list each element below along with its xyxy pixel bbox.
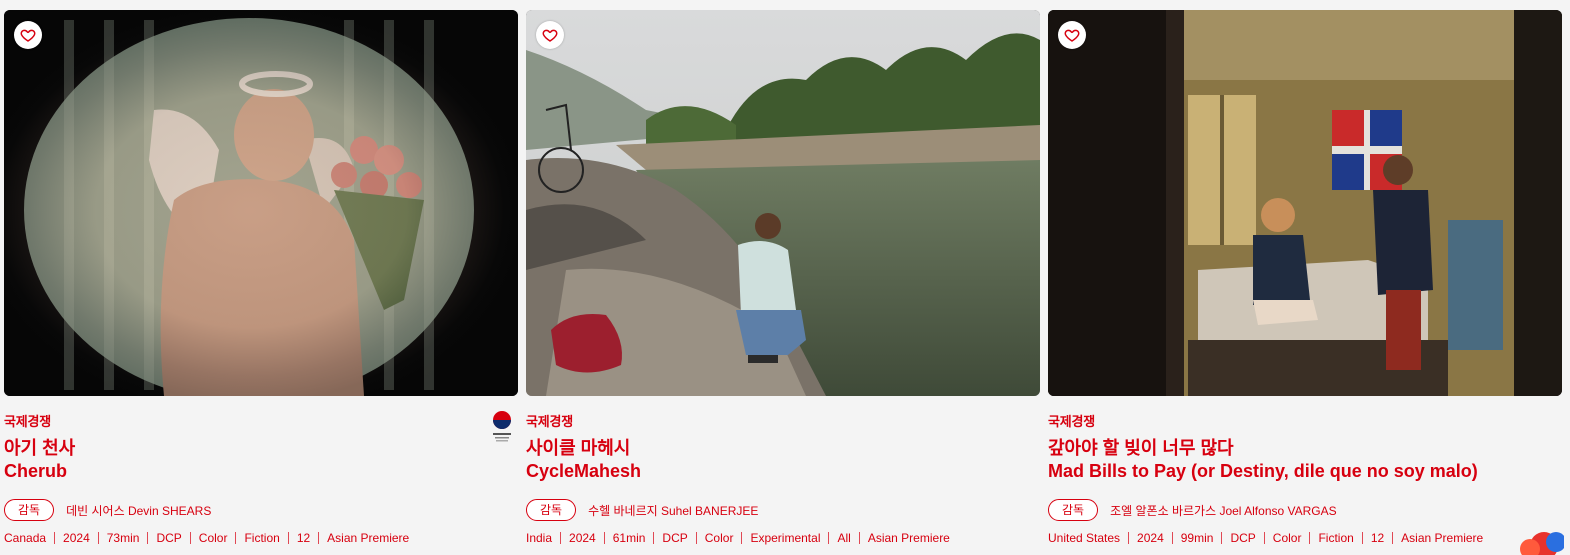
film-title-korean[interactable]: 아기 천사 bbox=[4, 434, 75, 460]
meta-color: Color bbox=[1272, 531, 1302, 545]
director-badge: 감독 bbox=[4, 499, 55, 521]
director-name: 데빈 시어스 Devin SHEARS bbox=[66, 503, 212, 518]
film-section-label: 국제경쟁 bbox=[526, 414, 574, 429]
meta-genre: Fiction bbox=[1318, 531, 1354, 545]
director-badge: 감독 bbox=[1048, 499, 1099, 521]
meta-runtime: 99min bbox=[1180, 531, 1214, 545]
director-name: 수헬 바네르지 Suhel BANERJEE bbox=[588, 503, 759, 518]
meta-format: DCP bbox=[1230, 531, 1256, 545]
meta-premiere: Asian Premiere bbox=[867, 531, 950, 545]
meta-country: Canada bbox=[4, 531, 47, 545]
meta-divider bbox=[318, 532, 320, 544]
film-title-korean[interactable]: 갚아야 할 빚이 너무 많다 bbox=[1048, 434, 1234, 460]
director-row: 감독 수헬 바네르지 Suhel BANERJEE bbox=[526, 499, 758, 521]
heart-outline-icon bbox=[20, 29, 36, 42]
film-title-english[interactable]: Mad Bills to Pay (or Destiny, dile que n… bbox=[1048, 461, 1478, 482]
film-still-image[interactable] bbox=[526, 10, 1040, 396]
meta-divider bbox=[741, 532, 743, 544]
meta-country: United States bbox=[1048, 531, 1121, 545]
meta-runtime: 61min bbox=[612, 531, 646, 545]
favorite-button[interactable] bbox=[536, 21, 564, 49]
meta-divider bbox=[189, 532, 191, 544]
meta-divider bbox=[858, 532, 860, 544]
film-section-label: 국제경쟁 bbox=[4, 414, 52, 429]
chat-widget-icon[interactable] bbox=[1518, 530, 1564, 555]
director-row: 감독 조엘 알폰소 바르가스 Joel Alfonso VARGAS bbox=[1048, 499, 1337, 521]
favorite-button[interactable] bbox=[1058, 21, 1086, 49]
meta-rating: 12 bbox=[1370, 531, 1385, 545]
meta-divider bbox=[235, 532, 237, 544]
heart-outline-icon bbox=[542, 29, 558, 42]
meta-divider bbox=[1309, 532, 1311, 544]
meta-runtime: 73min bbox=[106, 531, 140, 545]
meta-format: DCP bbox=[156, 531, 182, 545]
film-card[interactable]: 국제경쟁 갚아야 할 빚이 너무 많다 Mad Bills to Pay (or… bbox=[1048, 10, 1562, 555]
meta-divider bbox=[287, 532, 289, 544]
film-grid: 국제경쟁 아기 천사 Cherub 감독 데빈 시어스 Devin SHEARS… bbox=[4, 10, 1562, 555]
film-card[interactable]: 국제경쟁 사이클 마헤시 CycleMahesh 감독 수헬 바네르지 Suhe… bbox=[526, 10, 1040, 555]
meta-premiere: Asian Premiere bbox=[1401, 531, 1484, 545]
meta-divider bbox=[1221, 532, 1223, 544]
favorite-button[interactable] bbox=[14, 21, 42, 49]
meta-divider bbox=[147, 532, 149, 544]
director-row: 감독 데빈 시어스 Devin SHEARS bbox=[4, 499, 211, 521]
film-meta: Canada 2024 73min DCP Color Fiction 12 A… bbox=[4, 531, 417, 545]
festival-logo bbox=[493, 411, 511, 442]
film-still-image[interactable] bbox=[4, 10, 518, 396]
meta-rating: 12 bbox=[296, 531, 311, 545]
meta-country: India bbox=[526, 531, 553, 545]
meta-divider bbox=[97, 532, 99, 544]
meta-year: 2024 bbox=[569, 531, 596, 545]
director-name: 조엘 알폰소 바르가스 Joel Alfonso VARGAS bbox=[1110, 503, 1337, 518]
meta-format: DCP bbox=[662, 531, 688, 545]
meta-genre: Experimental bbox=[750, 531, 821, 545]
meta-rating: All bbox=[837, 531, 851, 545]
meta-year: 2024 bbox=[63, 531, 90, 545]
meta-divider bbox=[653, 532, 655, 544]
meta-divider bbox=[603, 532, 605, 544]
meta-genre: Fiction bbox=[244, 531, 280, 545]
film-title-english[interactable]: CycleMahesh bbox=[526, 461, 641, 482]
meta-divider bbox=[1171, 532, 1173, 544]
meta-color: Color bbox=[704, 531, 734, 545]
director-badge: 감독 bbox=[526, 499, 577, 521]
film-title-english[interactable]: Cherub bbox=[4, 461, 67, 482]
meta-year: 2024 bbox=[1137, 531, 1164, 545]
heart-outline-icon bbox=[1064, 29, 1080, 42]
film-title-korean[interactable]: 사이클 마헤시 bbox=[526, 434, 630, 460]
meta-divider bbox=[695, 532, 697, 544]
film-meta: India 2024 61min DCP Color Experimental … bbox=[526, 531, 958, 545]
meta-divider bbox=[54, 532, 56, 544]
meta-premiere: Asian Premiere bbox=[327, 531, 410, 545]
meta-divider bbox=[828, 532, 830, 544]
meta-divider bbox=[560, 532, 562, 544]
film-section-label: 국제경쟁 bbox=[1048, 414, 1096, 429]
film-still-image[interactable] bbox=[1048, 10, 1562, 396]
meta-color: Color bbox=[198, 531, 228, 545]
meta-divider bbox=[1392, 532, 1394, 544]
meta-divider bbox=[1128, 532, 1130, 544]
film-meta: United States 2024 99min DCP Color Ficti… bbox=[1048, 531, 1491, 545]
meta-divider bbox=[1263, 532, 1265, 544]
meta-divider bbox=[1361, 532, 1363, 544]
film-card[interactable]: 국제경쟁 아기 천사 Cherub 감독 데빈 시어스 Devin SHEARS… bbox=[4, 10, 518, 555]
